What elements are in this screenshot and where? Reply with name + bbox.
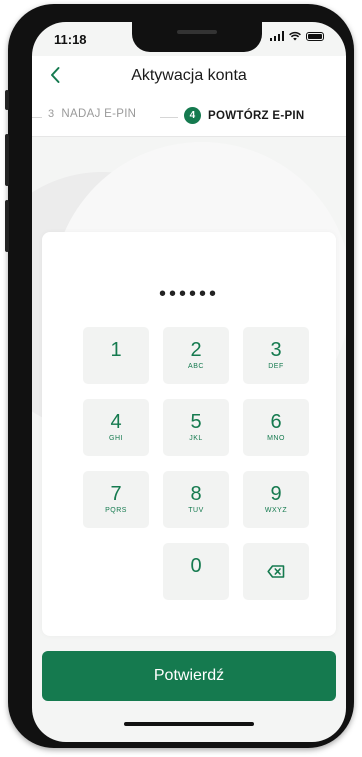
key-digit: 5 xyxy=(190,411,202,433)
wifi-icon xyxy=(289,31,301,41)
pin-card: •••••• 1 2 ABC 3 DEF 4 GHI 5 JKL 6 MNO 7 PQRS … xyxy=(42,232,336,636)
step-current: 4 POWTÓRZ E-PIN xyxy=(184,107,305,124)
step-previous: 3 NADAJ E-PIN xyxy=(48,108,136,120)
key-9[interactable]: 9 WXYZ xyxy=(243,471,309,528)
step-connector xyxy=(160,117,178,118)
key-digit: 6 xyxy=(270,411,282,433)
delete-key[interactable] xyxy=(243,543,309,600)
key-5[interactable]: 5 JKL xyxy=(163,399,229,456)
screen: 11:18 Aktywacja konta 3 NADAJ E-PIN 4 PO… xyxy=(32,22,346,742)
key-letters: GHI xyxy=(109,435,123,442)
key-digit: 9 xyxy=(270,483,282,505)
home-indicator xyxy=(124,722,254,726)
key-3[interactable]: 3 DEF xyxy=(243,327,309,384)
key-letters: TUV xyxy=(188,507,204,514)
key-letters: DEF xyxy=(268,363,284,370)
battery-icon xyxy=(306,31,324,41)
key-letters: JKL xyxy=(189,435,203,442)
key-0[interactable]: 0 xyxy=(163,543,229,600)
step-label: NADAJ E-PIN xyxy=(61,108,137,120)
key-digit: 1 xyxy=(110,339,122,361)
step-label: POWTÓRZ E-PIN xyxy=(208,109,305,122)
key-letters: MNO xyxy=(267,435,285,442)
key-digit: 2 xyxy=(190,339,202,361)
volume-down-button xyxy=(5,200,9,252)
status-time: 11:18 xyxy=(54,32,87,47)
phone-frame: 11:18 Aktywacja konta 3 NADAJ E-PIN 4 PO… xyxy=(5,4,354,748)
key-digit: 7 xyxy=(110,483,122,505)
key-2[interactable]: 2 ABC xyxy=(163,327,229,384)
signal-icon xyxy=(269,31,284,41)
key-1[interactable]: 1 xyxy=(83,327,149,384)
pin-dots: •••••• xyxy=(158,283,219,305)
key-6[interactable]: 6 MNO xyxy=(243,399,309,456)
key-letters: PQRS xyxy=(105,507,127,514)
step-number: 3 xyxy=(48,108,55,120)
step-indicator: 3 NADAJ E-PIN 4 POWTÓRZ E-PIN xyxy=(32,96,346,137)
step-number-badge: 4 xyxy=(184,107,201,124)
key-letters: WXYZ xyxy=(264,507,288,514)
keypad: 1 2 ABC 3 DEF 4 GHI 5 JKL 6 MNO 7 PQRS 8 TUV 9 W… xyxy=(83,327,309,600)
key-digit: 8 xyxy=(190,483,202,505)
key-digit: 4 xyxy=(110,411,122,433)
key-4[interactable]: 4 GHI xyxy=(83,399,149,456)
volume-up-button xyxy=(5,134,9,186)
app-header: Aktywacja konta xyxy=(32,56,346,96)
key-digit: 3 xyxy=(270,339,282,361)
action-button xyxy=(5,90,9,110)
step-connector xyxy=(32,117,42,118)
key-digit: 0 xyxy=(190,555,202,577)
confirm-button[interactable]: Potwierdź xyxy=(42,651,336,701)
backspace-icon xyxy=(267,565,285,578)
notch xyxy=(132,22,262,52)
keypad-empty-slot xyxy=(83,543,149,600)
key-8[interactable]: 8 TUV xyxy=(163,471,229,528)
key-7[interactable]: 7 PQRS xyxy=(83,471,149,528)
key-letters: ABC xyxy=(188,363,204,370)
page-title: Aktywacja konta xyxy=(131,67,247,84)
